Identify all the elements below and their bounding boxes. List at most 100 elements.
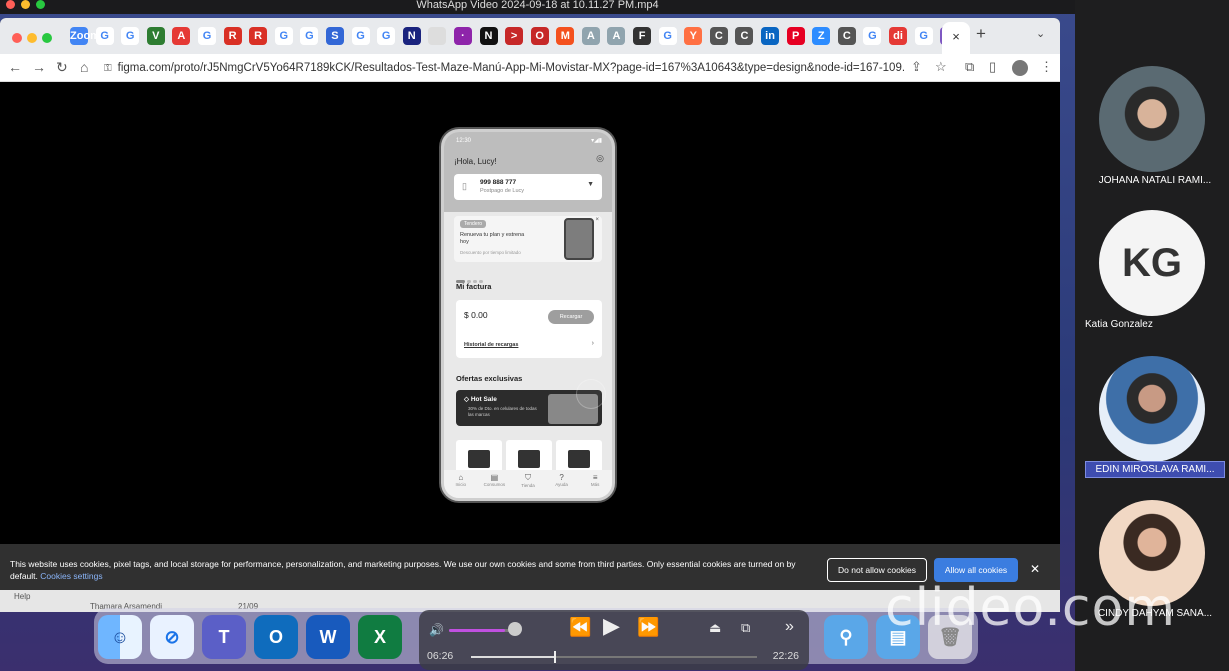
excel-icon[interactable]: X [358, 615, 402, 659]
product-card[interactable] [456, 440, 502, 474]
zoom-window-button[interactable] [36, 0, 45, 9]
pinned-tab[interactable]: > [505, 27, 524, 45]
more-controls-icon[interactable]: » [785, 618, 794, 636]
pinned-tab[interactable]: G [658, 27, 677, 45]
history-link[interactable]: Historial de recargas [464, 342, 518, 348]
recharge-button[interactable]: Recargar [548, 310, 594, 324]
pinned-tab[interactable]: F [633, 27, 652, 45]
pinned-tab[interactable]: Zoom [70, 27, 100, 45]
line-selector[interactable]: ▯ 999 888 777 Postpago de Lucy ▼ [454, 174, 602, 200]
pinned-tab[interactable]: M [556, 27, 575, 45]
pinned-tab[interactable]: A [581, 27, 600, 45]
cookie-settings-link[interactable]: Cookies settings [40, 571, 102, 581]
close-window-button[interactable] [6, 0, 15, 9]
playback-scrubber[interactable] [471, 651, 757, 663]
share-icon[interactable]: ⇪ [911, 59, 922, 75]
volume-knob[interactable] [508, 622, 522, 636]
address-bar[interactable]: ⚿ figma.com/proto/rJ5NmgCrV5Yo64R7189kCK/… [104, 57, 904, 79]
rewind-icon[interactable]: ⏪ [569, 617, 591, 638]
pinned-tab[interactable]: G [863, 27, 882, 45]
back-icon[interactable]: ← [8, 59, 22, 75]
nav-mas[interactable]: ≡ Más [580, 473, 610, 498]
hot-sale-title: ◇ Hot Sale [464, 396, 497, 403]
fast-forward-icon[interactable]: ⏩ [637, 617, 659, 638]
browser-window: ZoomGGVAGRRGGSGGN·N>OMAAFGYCCinPZCGdiGF … [0, 18, 1060, 608]
pinned-tab[interactable]: G [377, 27, 396, 45]
browser-close-button[interactable] [12, 33, 22, 43]
pinned-tab[interactable]: Z [812, 27, 831, 45]
phone-mockup[interactable]: 12:30 ▾◢▮ ¡Hola, Lucy! ◎ ▯ 999 888 777 P… [441, 129, 615, 501]
pinned-tab[interactable]: V [146, 27, 165, 45]
product-card[interactable] [556, 440, 602, 474]
pinned-tab[interactable]: N [402, 27, 421, 45]
nav-ayuda[interactable]: ? Ayuda [547, 473, 577, 498]
pinned-tab[interactable]: G [121, 27, 140, 45]
minimize-window-button[interactable] [21, 0, 30, 9]
nav-label: Tienda [521, 483, 535, 488]
playhead[interactable] [553, 651, 556, 663]
pinned-tab[interactable]: P [786, 27, 805, 45]
finder-icon[interactable]: ☺ [98, 615, 142, 659]
pinned-tab[interactable]: R [223, 27, 242, 45]
window-title-bar: WhatsApp Video 2024-09-18 at 10.11.27 PM… [0, 0, 1075, 14]
bookmark-star-icon[interactable]: ☆ [935, 59, 947, 75]
safari-icon[interactable]: ⊘ [150, 615, 194, 659]
outlook-icon[interactable]: O [254, 615, 298, 659]
pinned-tab[interactable]: C [837, 27, 856, 45]
sidebar-icon[interactable]: ▯ [989, 59, 996, 75]
pinned-tab[interactable]: A [172, 27, 191, 45]
close-cookie-icon[interactable]: ✕ [1030, 562, 1040, 576]
product-card[interactable] [506, 440, 552, 474]
nav-tienda[interactable]: ⛉ Tienda [513, 473, 543, 498]
pinned-tab[interactable]: A [607, 27, 626, 45]
pinned-tab[interactable]: G [351, 27, 370, 45]
pinned-tab[interactable]: G [197, 27, 216, 45]
close-icon[interactable]: × [595, 217, 599, 223]
chat-icon[interactable]: ◎ [596, 153, 604, 164]
close-tab-icon[interactable]: × [952, 29, 960, 44]
active-tab[interactable]: × [942, 22, 970, 54]
word-icon[interactable]: W [306, 615, 350, 659]
pinned-tab[interactable]: G [274, 27, 293, 45]
nav-label: Consumos [483, 482, 506, 487]
volume-icon[interactable]: 🔊 [429, 623, 444, 637]
applications-folder-icon[interactable]: ⚲ [824, 615, 868, 659]
pinned-tab[interactable]: in [761, 27, 780, 45]
nav-consumos[interactable]: ▤ Consumos [479, 473, 509, 498]
pinned-tab[interactable] [428, 27, 447, 45]
tab-search-icon[interactable]: ⌄ [1036, 27, 1045, 40]
promo-badge: Tendero [460, 220, 487, 228]
profile-avatar[interactable] [1012, 60, 1028, 76]
airplay-icon[interactable]: ⏏ [709, 620, 721, 636]
pinned-tab[interactable]: S [325, 27, 344, 45]
nav-inicio[interactable]: ⌂ Inicio [446, 473, 476, 498]
picture-in-picture-icon[interactable]: ⧉ [741, 620, 750, 636]
site-info-icon[interactable]: ⚿ [104, 63, 112, 74]
pinned-tab[interactable]: Y [684, 27, 703, 45]
home-icon[interactable]: ⌂ [80, 59, 88, 75]
pinned-tab[interactable]: N [479, 27, 498, 45]
nav-label: Ayuda [555, 482, 568, 487]
menu-icon[interactable]: ⋮ [1040, 59, 1053, 75]
extensions-icon[interactable]: ⧉ [965, 59, 974, 75]
forward-icon[interactable]: → [32, 59, 46, 75]
pinned-tab[interactable]: G [95, 27, 114, 45]
browser-minimize-button[interactable] [27, 33, 37, 43]
pinned-tab[interactable]: O [530, 27, 549, 45]
participant-photo [1099, 356, 1205, 462]
pinned-tab[interactable]: G [300, 27, 319, 45]
promo-banner[interactable]: Tendero Renueva tu plan y estrena hoy De… [454, 216, 602, 262]
play-icon[interactable]: ▶ [603, 613, 620, 639]
teams-icon[interactable]: T [202, 615, 246, 659]
reload-icon[interactable]: ↻ [56, 59, 68, 76]
new-tab-button[interactable]: + [976, 24, 986, 44]
pinned-tab[interactable]: C [735, 27, 754, 45]
pinned-tab[interactable]: C [709, 27, 728, 45]
pinned-tab[interactable]: G [914, 27, 933, 45]
volume-slider[interactable] [449, 629, 513, 632]
browser-zoom-button[interactable] [42, 33, 52, 43]
pinned-tab[interactable]: di [889, 27, 907, 45]
participants-panel: JOHANA NATALI RAMI... KG Katia Gonzalez … [1075, 0, 1229, 671]
pinned-tab[interactable]: R [249, 27, 268, 45]
pinned-tab[interactable]: · [453, 27, 472, 45]
